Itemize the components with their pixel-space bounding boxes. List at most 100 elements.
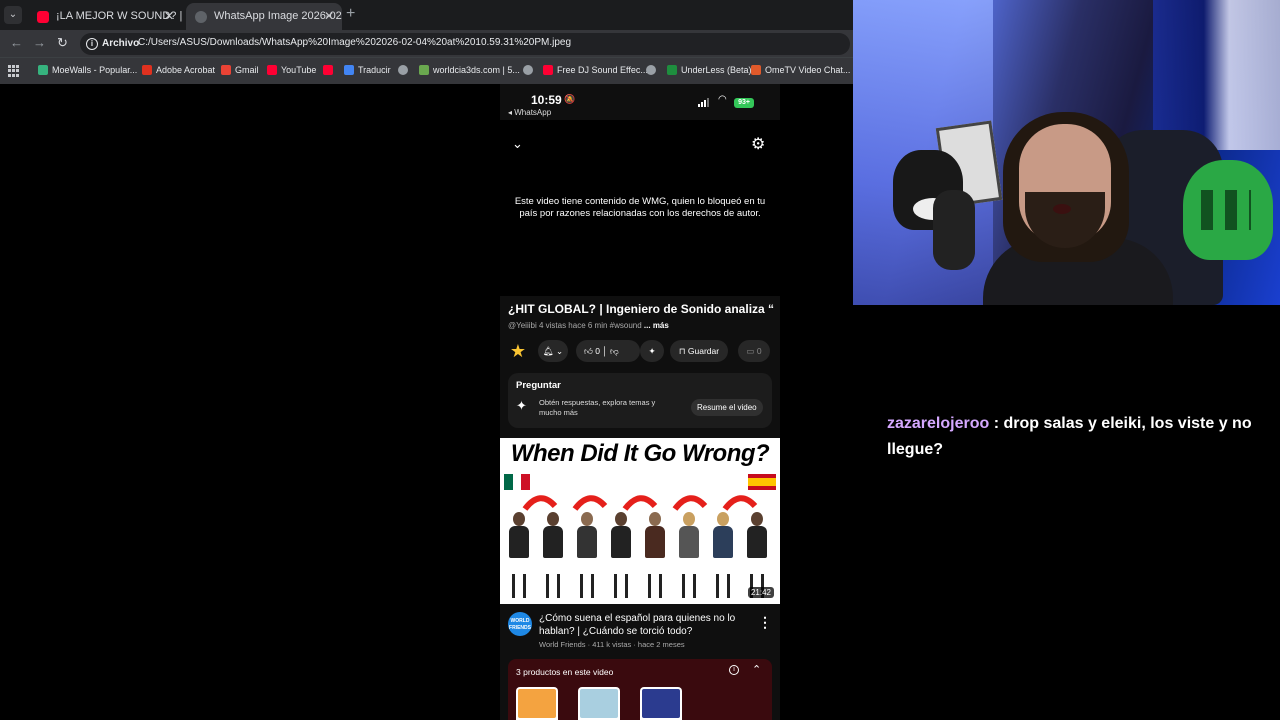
site-info-label: Archivo [102,38,140,49]
tab-youtube[interactable]: ¡LA MEJOR W SOUND? | Ingeniero ✕ [28,3,182,30]
close-tab-icon[interactable]: ✕ [324,3,334,30]
close-tab-icon[interactable]: ✕ [164,3,174,30]
youtube-icon [323,65,333,75]
globe-icon [195,11,207,23]
url-text[interactable]: C:/Users/ASUS/Downloads/WhatsApp%20Image… [138,37,571,48]
bookmark-label: MoeWalls - Popular... [52,65,138,75]
people-graphic: ? [504,512,776,602]
bookmark-gmail[interactable]: Gmail [221,65,259,75]
site-info-chip[interactable]: i Archivo [86,36,139,52]
bookmark-label: Traducir [358,65,391,75]
bookmark-traducir[interactable]: Traducir [344,65,391,75]
ask-heading: Preguntar [516,380,561,391]
video-thumbnail: When Did It Go Wrong? ? [500,438,780,604]
tab-search-button[interactable]: ⌄ [4,6,22,24]
info-icon: i [729,665,739,675]
remix-button: ✦ [640,340,664,362]
arrows-graphic [522,495,758,511]
subscribe-bell-button: 🔔︎ ⌄ [538,340,568,362]
recommended-meta: World Friends · 411 k vistas · hace 2 me… [539,640,685,649]
new-tab-button[interactable]: + [346,5,355,23]
sparkle-icon: ✦ [516,398,527,413]
moewalls-icon [38,65,48,75]
product-thumb [578,687,620,720]
acrobat-icon [142,65,152,75]
ask-panel: Preguntar ✦ Obtén respuestas, explora te… [508,373,772,428]
bookmark-adobe-acrobat[interactable]: Adobe Acrobat [142,65,215,75]
bookmark-label: OmeTV Video Chat... [765,65,851,75]
more-link: ... más [643,321,669,330]
ometv-icon [751,65,761,75]
blocked-message: Este video tiene contenido de WMG, quien… [514,196,766,219]
wifi-icon: ◠ [718,94,727,105]
star-icon: ★ [509,341,527,361]
back-icon[interactable]: ← [10,35,23,50]
bookmark-moewalls[interactable]: MoeWalls - Popular... [38,65,137,75]
thumbnail-title: When Did It Go Wrong? [510,440,770,467]
video-meta: @Yeiiibi 4 vistas hace 6 min #wsound ...… [508,321,669,330]
bookmark-youtube[interactable]: YouTube [267,65,316,75]
gmail-icon [221,65,231,75]
thumbs-down-icon: 👎︎ [610,346,619,356]
tab-title: WhatsApp Image 2026-02-04 at [214,10,342,22]
recommended-title: ¿Cómo suena el español para quienes no l… [539,613,736,637]
video-player: ⌄ ⚙ Este video tiene contenido de WMG, q… [500,120,780,296]
info-icon: i [86,38,98,50]
worldcia-icon [419,65,429,75]
like-dislike-button: 👍︎ 0 │ 👎︎ [576,340,640,362]
phone-status-bar: 10:59 🔕 ◂ WhatsApp ◠ 93+ [500,84,780,120]
comments-button: ▭ 0 [738,340,770,362]
browser-chrome: ⌄ ¡LA MEJOR W SOUND? | Ingeniero ✕ Whats… [0,0,853,84]
ask-text: Obtén respuestas, explora temas y mucho … [539,398,656,417]
forward-icon[interactable]: → [33,35,46,50]
chat-username: zazarelojeroo [887,415,990,432]
reload-icon[interactable]: ↻ [57,35,68,51]
chat-message: zazarelojeroo : drop salas y eleiki, los… [887,411,1272,463]
back-to-app: ◂ WhatsApp [508,108,552,117]
chevron-up-icon: ⌃ [752,664,762,676]
bell-off-icon: 🔕 [564,94,576,104]
bookmark-free-dj[interactable]: Free DJ Sound Effec... [543,65,648,75]
video-duration: 21:42 [747,587,774,598]
comment-icon: ▭ [746,346,755,356]
address-bar[interactable]: i Archivo C:/Users/ASUS/Downloads/WhatsA… [80,33,850,55]
phone-screenshot: 10:59 🔕 ◂ WhatsApp ◠ 93+ ⌄ ⚙ Este video … [500,84,780,720]
status-time: 10:59 [531,93,562,107]
bookmark-worldcia[interactable]: worldcia3ds.com | 5... [419,65,520,75]
underless-icon [667,65,677,75]
tab-bar: ⌄ ¡LA MEJOR W SOUND? | Ingeniero ✕ Whats… [0,0,853,30]
bookmark-label: Gmail [235,65,259,75]
bookmarks-bar: MoeWalls - Popular... Adobe Acrobat Gmai… [0,57,853,84]
products-heading: 3 productos en este video [516,667,614,677]
webcam-feed [853,0,1280,305]
youtube-icon [267,65,277,75]
bookmark-label: YouTube [281,65,317,75]
toolbar: ← → ↻ i Archivo C:/Users/ASUS/Downloads/… [0,30,853,57]
recommended-video: WORLD FRIENDS ¿Cómo suena el español par… [500,610,780,654]
bookmark-label: worldcia3ds.com | 5... [433,65,520,75]
save-label: Guardar [687,346,720,356]
globe-icon [398,65,408,75]
bookmark-ometv[interactable]: OmeTV Video Chat... [751,65,850,75]
video-title: ¿HIT GLOBAL? | Ingeniero de Sonido anali… [508,302,774,316]
video-actions: ★ 🔔︎ ⌄ 👍︎ 0 │ 👎︎ ✦ ⊓ Guardar ▭ 0 [506,340,776,362]
save-button: ⊓ Guardar [670,340,728,362]
apps-grid-icon[interactable] [8,65,20,77]
product-thumb [640,687,682,720]
channel-avatar: WORLD FRIENDS [508,612,532,636]
youtube-icon [543,65,553,75]
signal-icon [698,98,709,107]
bookmark-label: UnderLess (Beta) [681,65,752,75]
battery-icon: 93+ [734,98,754,108]
bookmark-underless[interactable]: UnderLess (Beta) [667,65,752,75]
bell-icon: 🔔︎ ⌄ [542,346,564,356]
comment-count: 0 [756,346,762,356]
translate-icon [344,65,354,75]
products-panel: 3 productos en este video i ⌃ [508,659,772,720]
more-vert-icon: ⋮ [758,614,772,630]
tab-whatsapp-image[interactable]: WhatsApp Image 2026-02-04 at ✕ [186,3,342,30]
sparkle-icon: ✦ [648,346,656,356]
product-thumb [516,687,558,720]
globe-icon [523,65,533,75]
like-count: 0 [595,346,600,356]
